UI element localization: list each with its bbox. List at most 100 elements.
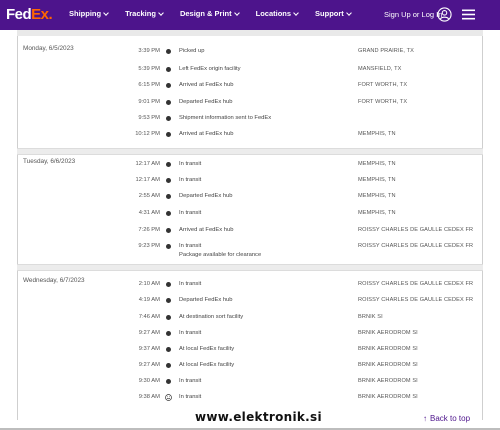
event-status-text: In transit (179, 161, 202, 167)
timeline-dot-icon (166, 116, 171, 121)
event-status: In transit (179, 177, 201, 183)
timeline-dot-icon (166, 211, 171, 216)
event-location: MANSFIELD, TX (358, 66, 402, 72)
event-status: Departed FedEx hub (179, 297, 233, 303)
event-status: At local FedEx facility (179, 346, 234, 352)
event-status-text: In transit (179, 330, 202, 336)
event-status-text: Arrived at FedEx hub (179, 131, 234, 137)
back-to-top-label: Back to top (430, 414, 471, 423)
timeline-dot-icon (166, 282, 171, 287)
nav-design-print-label: Design & Print (179, 9, 232, 18)
timeline-dot-icon (166, 83, 171, 88)
event-status-text: At local FedEx facility (179, 346, 235, 352)
timeline-dot-icon (166, 178, 171, 183)
nav-locations-label: Locations (255, 9, 292, 18)
event-status-text: In transit (179, 394, 202, 400)
timeline-dot-icon (166, 194, 171, 199)
event-status-text: Shipment information sent to FedEx (179, 115, 272, 121)
timeline-dot-icon (166, 132, 171, 137)
event-status-text: Departed FedEx hub (179, 297, 233, 303)
event-time: 9:37 AM (138, 346, 160, 352)
event-time: 2:10 AM (138, 281, 160, 287)
timeline-dot-icon (166, 347, 171, 352)
event-status-text: Departed FedEx hub (179, 193, 233, 199)
event-status-text: Picked up (179, 48, 205, 54)
back-to-top-link[interactable]: ↑ Back to top (423, 414, 470, 423)
event-status: In transit (179, 210, 201, 216)
signin-link[interactable]: Sign Up or Log In (384, 10, 442, 19)
nav-locations[interactable]: Locations (255, 9, 299, 18)
timeline-dot-icon (166, 228, 171, 233)
day-date: Wednesday, 6/7/2023 (23, 277, 85, 284)
logo-ex: Ex. (31, 6, 53, 23)
event-time: 9:38 AM (138, 394, 160, 400)
nav-tracking[interactable]: Tracking (125, 9, 164, 18)
event-time: 3:39 PM (138, 48, 160, 54)
nav-shipping-label: Shipping (69, 9, 102, 18)
event-status: In transit (179, 378, 201, 384)
event-location: GRAND PRAIRIE, TX (358, 48, 414, 54)
logo-fed: Fed (6, 6, 32, 23)
event-time: 9:27 AM (138, 330, 160, 336)
timeline-dot-icon (166, 298, 171, 303)
chevron-down-icon (345, 9, 352, 16)
user-icon[interactable] (437, 7, 452, 22)
event-status-text: Arrived at FedEx hub (179, 82, 234, 88)
event-time: 9:53 PM (138, 115, 160, 121)
day-divider (17, 148, 483, 155)
chevron-down-icon (233, 9, 240, 16)
nav-tracking-label: Tracking (125, 9, 156, 18)
timeline-dot-icon (166, 49, 171, 54)
watermark-text: www.elektronik.si (195, 410, 322, 424)
event-location: ROISSY CHARLES DE GAULLE CEDEX FR (358, 297, 474, 303)
event-status-text: In transit (179, 243, 202, 249)
main-nav: Shipping Tracking Design & Print Locatio… (69, 9, 368, 18)
event-status-text: In transit (179, 177, 202, 183)
arrow-up-icon: ↑ (423, 414, 427, 423)
event-status-note: Package available for clearance (179, 252, 262, 258)
event-status-text: Arrived at FedEx hub (179, 227, 234, 233)
chevron-down-icon (293, 9, 299, 16)
event-location: MEMPHIS, TN (358, 177, 396, 183)
fedex-logo[interactable]: FedEx. (6, 6, 53, 23)
timeline-dot-icon (166, 315, 171, 320)
day-date: Monday, 6/5/2023 (23, 45, 74, 52)
event-status-text: Left FedEx origin facility (179, 66, 241, 72)
event-time: 12:17 AM (135, 177, 161, 183)
day-date: Tuesday, 6/6/2023 (23, 158, 76, 165)
event-location: BRNIK AERODROM SI (358, 362, 418, 368)
nav-support-label: Support (315, 9, 344, 18)
event-status-text: In transit (179, 210, 202, 216)
event-status: Picked up (179, 48, 204, 54)
event-time: 4:31 AM (138, 210, 160, 216)
event-time: 7:26 PM (138, 227, 160, 233)
timeline-dot-icon (166, 363, 171, 368)
event-location: BRNIK AERODROM SI (358, 394, 418, 400)
event-status: Left FedEx origin facility (179, 66, 241, 72)
top-navigation-bar: FedEx. Shipping Tracking Design & Print … (0, 0, 500, 30)
event-time: 6:15 PM (138, 82, 160, 88)
timeline-dot-icon (166, 162, 171, 167)
event-time: 9:30 AM (138, 378, 160, 384)
nav-shipping[interactable]: Shipping (69, 9, 109, 18)
event-time: 4:19 AM (138, 297, 160, 303)
event-location: FORT WORTH, TX (358, 82, 408, 88)
event-status-text: In transit (179, 378, 202, 384)
nav-design-print[interactable]: Design & Print (179, 9, 240, 18)
event-status: Departed FedEx hub (179, 193, 233, 199)
hamburger-menu-icon[interactable] (462, 9, 475, 20)
nav-support[interactable]: Support (315, 9, 352, 18)
event-status-text: At local FedEx facility (179, 362, 235, 368)
timeline-dot-icon (166, 67, 171, 72)
chevron-down-icon (103, 9, 109, 16)
event-location: MEMPHIS, TN (358, 131, 396, 137)
event-location: BRNIK AERODROM SI (358, 378, 418, 384)
event-status: At local FedEx facility (179, 362, 234, 368)
event-location: ROISSY CHARLES DE GAULLE CEDEX FR (358, 243, 474, 249)
event-status: At destination sort facility (179, 314, 243, 320)
event-location: ROISSY CHARLES DE GAULLE CEDEX FR (358, 227, 474, 233)
event-status-text: In transit (179, 281, 202, 287)
event-time: 9:01 PM (138, 99, 160, 105)
event-status: Arrived at FedEx hub (179, 227, 233, 233)
chevron-down-icon (158, 9, 164, 16)
